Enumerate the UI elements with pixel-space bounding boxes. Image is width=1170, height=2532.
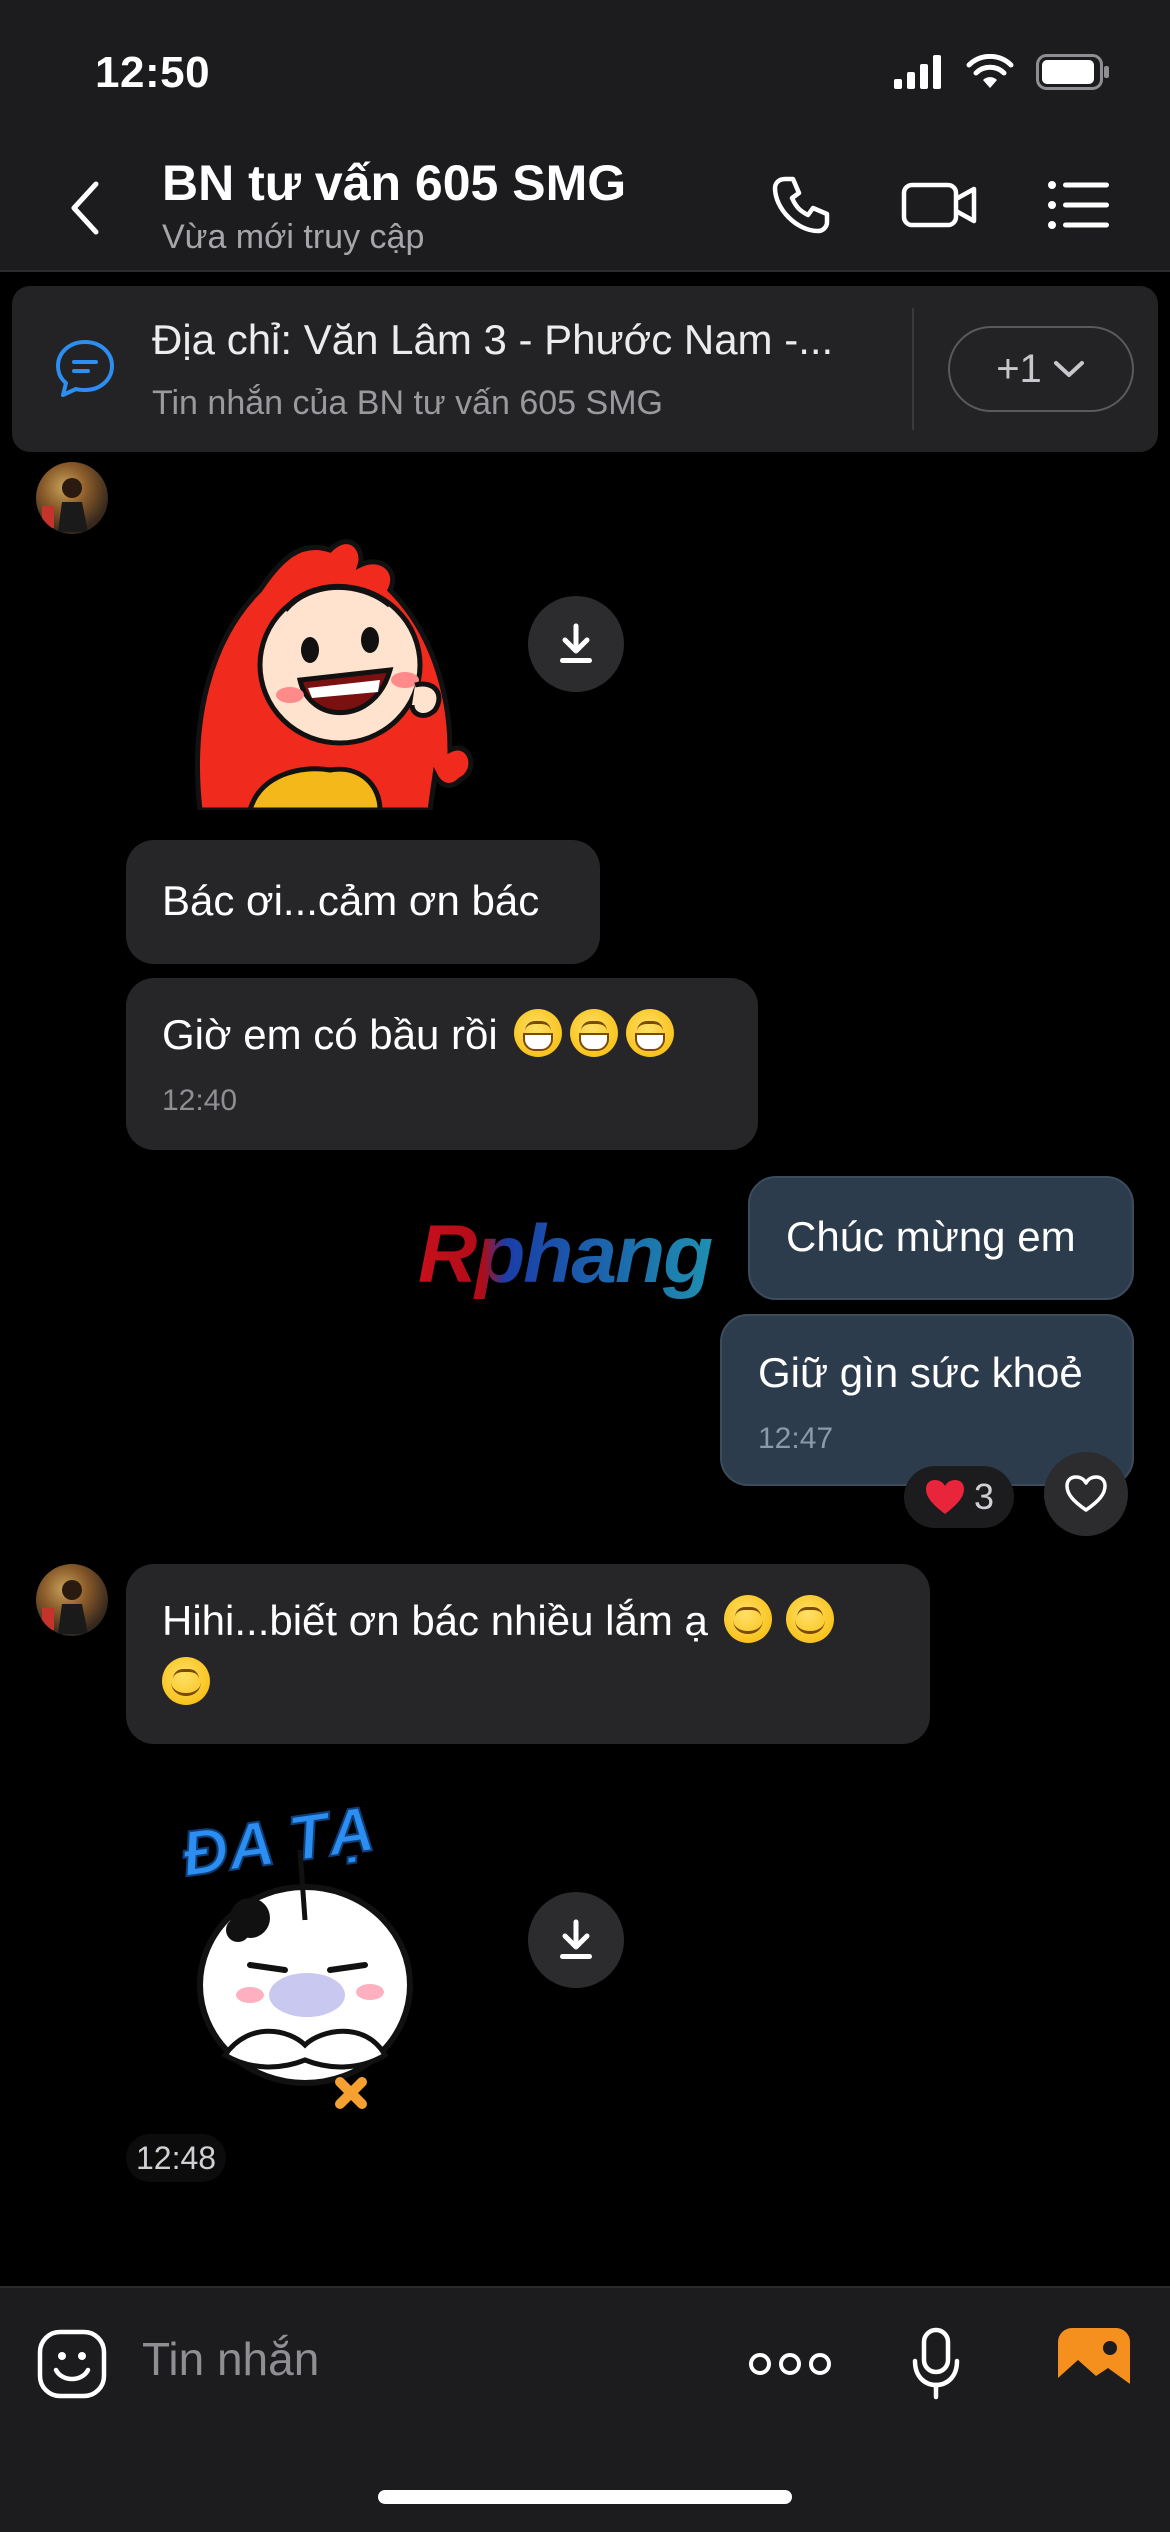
gallery-button[interactable] <box>1056 2324 1132 2400</box>
sticker-message-1[interactable] <box>190 520 480 813</box>
contact-name[interactable]: BN tư vấn 605 SMG <box>162 154 626 212</box>
contact-status: Vừa mới truy cập <box>162 218 425 256</box>
sticker-text: ĐA TẠ <box>177 1792 378 1890</box>
pinned-count-button[interactable]: +1 <box>948 326 1134 412</box>
message-text: Bác ơi...cảm ơn bác <box>162 877 540 924</box>
message-text: Giữ gìn sức khoẻ <box>758 1349 1083 1396</box>
heart-icon <box>925 1480 964 1514</box>
message-time: 12:40 <box>162 1083 238 1117</box>
smiling-emoji <box>162 1656 210 1705</box>
video-camera-icon <box>901 182 977 228</box>
pinned-message-source: Tin nhắn của BN tư vấn 605 SMG <box>152 384 663 422</box>
avatar-image <box>42 1580 88 1634</box>
pinned-message-bar[interactable]: Địa chỉ: Văn Lâm 3 - Phước Nam -... Tin … <box>12 286 1158 452</box>
voice-message-button[interactable] <box>906 2324 966 2404</box>
list-menu-icon <box>1048 181 1109 229</box>
download-icon <box>560 623 592 663</box>
chevron-down-icon <box>1053 361 1084 377</box>
smiling-emoji <box>723 1595 772 1643</box>
chat-screen: 12:50 BN tư vấn 605 SMG Vừa mới truy cập… <box>0 0 1170 2532</box>
message-text: Hihi...biết ơn bác nhiều lắm ạ <box>162 1597 708 1644</box>
add-reaction-button[interactable] <box>1044 1452 1128 1536</box>
emoji-face-icon <box>37 2329 107 2399</box>
message-bubble-outgoing[interactable]: Chúc mừng em <box>748 1176 1134 1300</box>
message-input[interactable]: Tin nhắn <box>142 2332 319 2386</box>
download-icon <box>560 1919 592 1959</box>
sticker-message-2[interactable]: ĐA TẠ <box>170 1770 440 2120</box>
status-icons <box>894 54 1110 90</box>
image-gallery-icon <box>1058 2328 1130 2396</box>
phone-icon <box>772 176 830 234</box>
message-time: 12:47 <box>758 1421 834 1455</box>
watermark-logo: Rphang <box>418 1209 714 1300</box>
watermark: Rphang <box>412 1209 762 1329</box>
smiling-emoji <box>785 1595 834 1643</box>
options-menu-button[interactable] <box>1044 170 1114 240</box>
cellular-signal-icon <box>894 55 941 89</box>
microphone-icon <box>912 2327 960 2400</box>
battery-icon <box>1036 54 1109 90</box>
message-text: Giờ em có bầu rồi <box>162 1011 498 1058</box>
status-time: 12:50 <box>95 48 211 97</box>
wifi-icon <box>966 54 1014 88</box>
pinned-message-text: Địa chỉ: Văn Lâm 3 - Phước Nam -... <box>152 316 834 363</box>
home-indicator[interactable] <box>378 2490 792 2504</box>
pinned-count: +1 <box>996 346 1042 391</box>
message-text: Chúc mừng em <box>786 1213 1076 1260</box>
more-dots-icon <box>749 2353 831 2375</box>
grinning-emoji <box>625 1009 674 1057</box>
contact-avatar[interactable] <box>36 1564 108 1636</box>
red-character-sticker <box>195 539 474 813</box>
chevron-left-icon <box>71 181 99 235</box>
video-call-button[interactable] <box>900 170 980 240</box>
sticker-button[interactable] <box>34 2326 110 2402</box>
chat-header: BN tư vấn 605 SMG Vừa mới truy cập <box>0 140 1170 272</box>
thank-you-sticker: ĐA TẠ <box>176 1791 413 2109</box>
back-button[interactable] <box>62 178 112 238</box>
grinning-emoji <box>513 1009 562 1057</box>
more-button[interactable] <box>748 2342 832 2386</box>
contact-avatar[interactable] <box>36 462 108 534</box>
heart-outline-icon <box>1065 1475 1107 1512</box>
chat-bubble-icon <box>56 340 114 397</box>
sticker-time: 12:48 <box>126 2134 227 2182</box>
download-sticker-button-2[interactable] <box>528 1892 624 1988</box>
reaction-count: 3 <box>973 1476 995 1517</box>
status-bar: 12:50 <box>0 0 1170 140</box>
watermark-text: Rphang <box>418 1210 712 1300</box>
grinning-emoji <box>569 1009 618 1057</box>
message-bubble-incoming[interactable]: Giờ em có bầu rồi 12:40 <box>126 978 758 1150</box>
reaction-summary[interactable]: 3 <box>904 1466 1014 1528</box>
download-sticker-button-1[interactable] <box>528 596 624 692</box>
avatar-image <box>42 478 88 532</box>
call-button[interactable] <box>766 170 836 240</box>
message-bubble-incoming[interactable]: Bác ơi...cảm ơn bác <box>126 840 600 964</box>
message-bubble-incoming[interactable]: Hihi...biết ơn bác nhiều lắm ạ <box>126 1564 930 1744</box>
pinned-divider <box>912 308 914 430</box>
